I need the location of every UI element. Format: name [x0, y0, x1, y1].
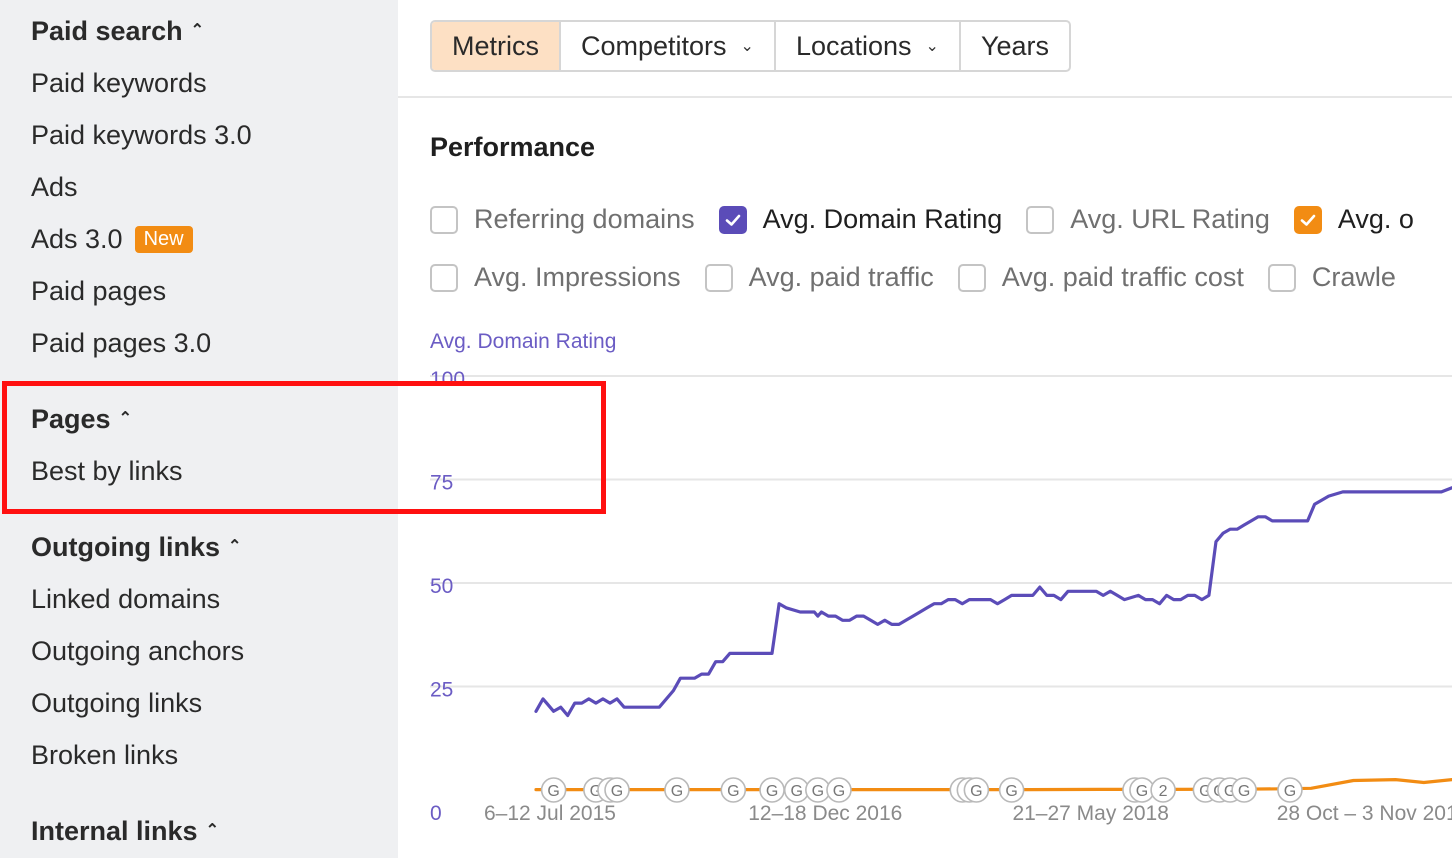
sidebar-item-paid-keywords[interactable]: Paid keywords	[31, 68, 207, 99]
series-label: Avg. Domain Rating	[430, 330, 617, 353]
chevron-up-icon: ⌃	[228, 537, 242, 555]
annotation-label: G	[611, 783, 623, 800]
y-tick-label: 25	[430, 679, 453, 702]
sidebar-item-linked-domains[interactable]: Linked domains	[31, 584, 220, 615]
annotation-label: 2	[1159, 783, 1168, 800]
annotation-label: G	[1284, 783, 1296, 800]
section-heading: Internal links	[31, 816, 198, 846]
sidebar-section-internal-links[interactable]: Internal links ⌃	[31, 816, 219, 847]
sidebar-item-ads-3[interactable]: Ads 3.0 New	[31, 224, 193, 255]
sidebar-item-broken-links[interactable]: Broken links	[31, 740, 178, 771]
annotation-label: G	[671, 783, 683, 800]
y-tick-label: 50	[430, 575, 453, 598]
annotation-label: G	[790, 783, 802, 800]
chevron-down-icon: ⌄	[925, 38, 939, 55]
checkbox-avg-domain-rating[interactable]: Avg. Domain Rating	[718, 204, 1002, 235]
divider	[398, 96, 1452, 98]
checkbox-avg-o[interactable]: Avg. o	[1293, 204, 1414, 235]
x-tick-label: 21–27 May 2018	[1012, 802, 1168, 825]
view-tabs: Metrics Competitors ⌄ Locations ⌄ Years	[430, 20, 1072, 72]
chevron-down-icon: ⌄	[740, 38, 754, 55]
tab-metrics[interactable]: Metrics	[432, 22, 561, 70]
checkbox-avg-url-rating[interactable]: Avg. URL Rating	[1026, 204, 1270, 235]
checkbox-avg-paid-traffic-cost[interactable]: Avg. paid traffic cost	[957, 262, 1244, 293]
highlight-box	[2, 381, 606, 514]
x-tick-label: 28 Oct – 3 Nov 2019	[1277, 802, 1452, 825]
sidebar-item-paid-pages-3[interactable]: Paid pages 3.0	[31, 328, 211, 359]
checkbox-avg-paid-traffic[interactable]: Avg. paid traffic	[704, 262, 934, 293]
checkmark-icon[interactable]	[718, 205, 747, 234]
metric-checkboxes-row-2: Avg. Impressions Avg. paid traffic Avg. …	[430, 262, 1420, 293]
sidebar-item-paid-keywords-3[interactable]: Paid keywords 3.0	[31, 120, 252, 151]
new-badge: New	[134, 226, 193, 253]
chevron-up-icon: ⌃	[190, 21, 204, 39]
sidebar-item-ads[interactable]: Ads	[31, 172, 78, 203]
x-tick-label: 12–18 Dec 2016	[748, 802, 902, 825]
checkbox-avg-impressions[interactable]: Avg. Impressions	[430, 262, 681, 293]
checkmark-icon[interactable]	[1293, 205, 1322, 234]
annotation-label: G	[727, 783, 739, 800]
annotation-label: G	[547, 783, 559, 800]
checkbox-referring-domains[interactable]: Referring domains	[430, 204, 695, 235]
annotation-label: G	[1238, 783, 1250, 800]
tab-locations[interactable]: Locations ⌄	[776, 22, 961, 70]
metric-checkboxes-row-1: Referring domains Avg. Domain Rating Avg…	[430, 204, 1438, 235]
y-tick-label: 0	[430, 802, 442, 825]
checkbox-box[interactable]	[430, 263, 458, 292]
annotation-label: G	[812, 783, 824, 800]
annotation-label: G	[1005, 783, 1017, 800]
checkbox-box[interactable]	[957, 263, 986, 292]
annotation-label: G	[1136, 783, 1148, 800]
section-heading: Paid search	[31, 16, 183, 46]
annotation-label: G	[833, 783, 845, 800]
sidebar-item-outgoing-anchors[interactable]: Outgoing anchors	[31, 636, 244, 667]
tab-competitors[interactable]: Competitors ⌄	[561, 22, 776, 70]
annotation-label: G	[970, 783, 982, 800]
sidebar-section-outgoing-links[interactable]: Outgoing links ⌃	[31, 532, 241, 563]
checkbox-crawled[interactable]: Crawle	[1267, 262, 1396, 293]
chevron-up-icon: ⌃	[205, 821, 219, 839]
sidebar-item-paid-pages[interactable]: Paid pages	[31, 276, 166, 307]
sidebar-item-outgoing-links[interactable]: Outgoing links	[31, 688, 202, 719]
section-title: Performance	[430, 132, 596, 162]
section-heading: Outgoing links	[31, 532, 220, 562]
checkbox-box[interactable]	[1267, 263, 1296, 292]
sidebar-section-paid-search[interactable]: Paid search ⌃	[31, 16, 204, 47]
tab-years[interactable]: Years	[961, 22, 1069, 70]
x-tick-label: 6–12 Jul 2015	[484, 802, 616, 825]
checkbox-box[interactable]	[1026, 205, 1055, 234]
checkbox-box[interactable]	[430, 205, 458, 234]
annotation-label: G	[766, 783, 778, 800]
series-line-domain-rating	[534, 486, 1452, 718]
checkbox-box[interactable]	[704, 263, 733, 292]
